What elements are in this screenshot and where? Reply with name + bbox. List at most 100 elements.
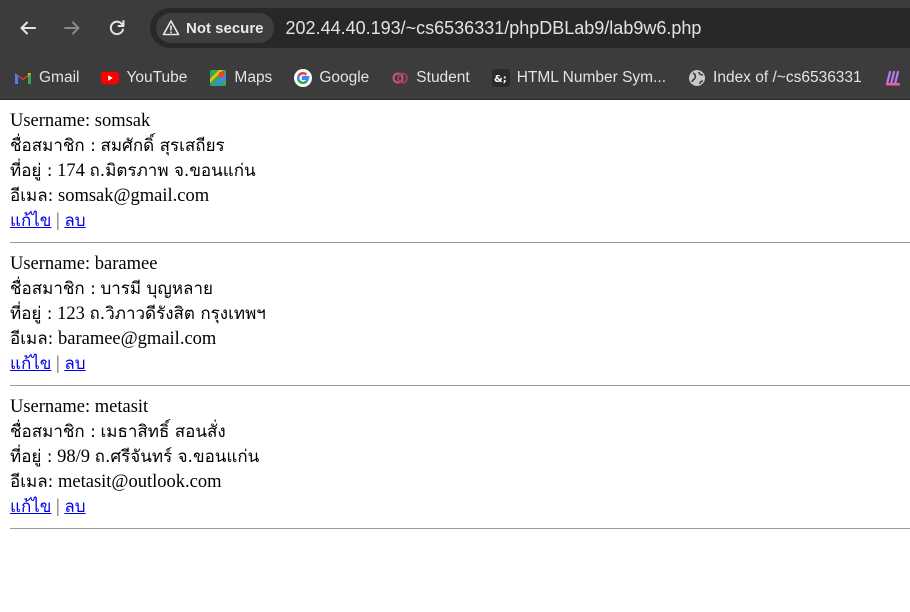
bookmark-label: Maps [234, 68, 273, 86]
delete-link[interactable]: ลบ [64, 354, 85, 374]
username-label: Username: [10, 111, 91, 131]
bookmark-label: YouTube [126, 68, 188, 86]
username-label: Username: [10, 254, 91, 274]
edit-link[interactable]: แก้ไข [10, 354, 51, 374]
name-value: เมธาสิทธิ์ สอนสั่ง [100, 422, 226, 442]
url-text[interactable]: 202.44.40.193/~cs6536331/phpDBLab9/lab9w… [286, 18, 702, 39]
action-separator: | [56, 497, 60, 517]
name-label: ชื่อสมาชิก : [10, 136, 96, 156]
svg-text:&;: &; [494, 74, 507, 85]
username-value: baramee [94, 254, 158, 274]
bookmark-label: Index of /~cs6536331 [713, 68, 862, 86]
member-record: Username: metasit ชื่อสมาชิก : เมธาสิทธิ… [10, 395, 910, 520]
address-bar[interactable]: Not secure 202.44.40.193/~cs6536331/phpD… [150, 8, 910, 48]
member-record: Username: somsak ชื่อสมาชิก : สมศักดิ์ ส… [10, 109, 910, 234]
delete-label: ลบ [64, 354, 86, 374]
address-number: 174 [57, 161, 85, 181]
name-label: ชื่อสมาชิก : [10, 422, 96, 442]
email-line: อีเมล: metasit@outlook.com [10, 470, 910, 495]
email-value: metasit@outlook.com [58, 472, 222, 492]
back-arrow-icon [20, 21, 36, 35]
username-label: Username: [10, 397, 91, 417]
address-value: ถ.มิตรภาพ จ.ขอนแก่น [89, 161, 256, 181]
bookmark-youtube[interactable]: YouTube [101, 69, 187, 87]
email-line: อีเมล: somsak@gmail.com [10, 184, 910, 209]
name-value: สมศักดิ์ สุรเสถียร [100, 136, 225, 156]
actions-line: แก้ไข | ลบ [10, 352, 910, 377]
bookmark-label: Student [416, 68, 470, 86]
forward-arrow-icon [64, 21, 80, 35]
member-record: Username: baramee ชื่อสมาชิก : บารมี บุญ… [10, 252, 910, 377]
address-value: ถ.ศรีจันทร์ จ.ขอนแก่น [94, 447, 260, 467]
action-separator: | [56, 211, 60, 231]
email-label: อีเมล: [10, 186, 54, 206]
html-entity-icon: &; [491, 68, 510, 87]
address-label: ที่อยู่ : [10, 304, 53, 324]
bookmark-index[interactable]: Index of /~cs6536331 [688, 69, 862, 87]
address-line: ที่อยู่ : 98/9 ถ.ศรีจันทร์ จ.ขอนแก่น [10, 445, 910, 470]
action-separator: | [56, 354, 60, 374]
edit-label: แก้ไข [10, 211, 52, 231]
actions-line: แก้ไข | ลบ [10, 495, 910, 520]
student-icon [391, 69, 409, 87]
bookmark-label: Gmail [39, 68, 80, 86]
username-line: Username: metasit [10, 395, 910, 420]
bookmark-label: HTML Number Sym... [516, 68, 667, 86]
address-label: ที่อยู่ : [10, 447, 53, 467]
username-line: Username: somsak [10, 109, 910, 134]
edit-link[interactable]: แก้ไข [10, 497, 51, 517]
email-line: อีเมล: baramee@gmail.com [10, 327, 910, 352]
username-line: Username: baramee [10, 252, 910, 277]
back-button[interactable] [11, 11, 45, 45]
warning-triangle-icon [162, 20, 180, 36]
address-label: ที่อยู่ : [10, 161, 53, 181]
delete-link[interactable]: ลบ [64, 497, 85, 517]
address-value: ถ.วิภาวดีรังสิต กรุงเทพฯ [89, 304, 266, 324]
name-line: ชื่อสมาชิก : สมศักดิ์ สุรเสถียร [10, 134, 910, 159]
security-label: Not secure [186, 19, 264, 37]
email-value: baramee@gmail.com [58, 329, 217, 349]
bookmark-student[interactable]: Student [391, 68, 470, 87]
edit-label: แก้ไข [10, 354, 52, 374]
edit-link[interactable]: แก้ไข [10, 211, 51, 231]
globe-icon [688, 69, 706, 87]
address-line: ที่อยู่ : 174 ถ.มิตรภาพ จ.ขอนแก่น [10, 159, 910, 184]
record-divider [10, 385, 910, 386]
youtube-icon [101, 69, 120, 87]
bookmark-icon [884, 69, 902, 87]
reload-button[interactable] [100, 11, 134, 45]
username-value: metasit [94, 397, 149, 417]
bookmark-html-number[interactable]: &; HTML Number Sym... [491, 68, 667, 87]
bookmarks-bar: Gmail YouTube Maps Google Student &; HTM… [0, 56, 910, 100]
address-number: 123 [57, 304, 85, 324]
name-line: ชื่อสมาชิก : เมธาสิทธิ์ สอนสั่ง [10, 420, 910, 445]
bookmark-pr[interactable]: Pr [884, 69, 910, 87]
bookmark-label: Google [319, 68, 370, 86]
email-label: อีเมล: [10, 329, 54, 349]
maps-icon [209, 69, 227, 87]
username-value: somsak [94, 111, 151, 131]
address-line: ที่อยู่ : 123 ถ.วิภาวดีรังสิต กรุงเทพฯ [10, 302, 910, 327]
edit-label: แก้ไข [10, 497, 52, 517]
forward-button[interactable] [55, 11, 89, 45]
reload-icon [109, 20, 125, 36]
email-label: อีเมล: [10, 472, 54, 492]
name-label: ชื่อสมาชิก : [10, 279, 96, 299]
name-line: ชื่อสมาชิก : บารมี บุญหลาย [10, 277, 910, 302]
delete-label: ลบ [64, 211, 86, 231]
bookmark-gmail[interactable]: Gmail [14, 69, 79, 87]
gmail-icon [14, 69, 32, 87]
bookmark-google[interactable]: Google [294, 68, 370, 87]
page-content: Username: somsak ชื่อสมาชิก : สมศักดิ์ ส… [0, 100, 910, 529]
record-divider [10, 528, 910, 529]
delete-link[interactable]: ลบ [64, 211, 85, 231]
delete-label: ลบ [64, 497, 86, 517]
email-value: somsak@gmail.com [58, 186, 210, 206]
bookmark-maps[interactable]: Maps [209, 69, 272, 87]
name-value: บารมี บุญหลาย [100, 279, 213, 299]
google-icon [294, 68, 313, 87]
security-chip[interactable]: Not secure [156, 13, 274, 43]
address-number: 98/9 [57, 447, 91, 467]
actions-line: แก้ไข | ลบ [10, 209, 910, 234]
record-divider [10, 242, 910, 243]
